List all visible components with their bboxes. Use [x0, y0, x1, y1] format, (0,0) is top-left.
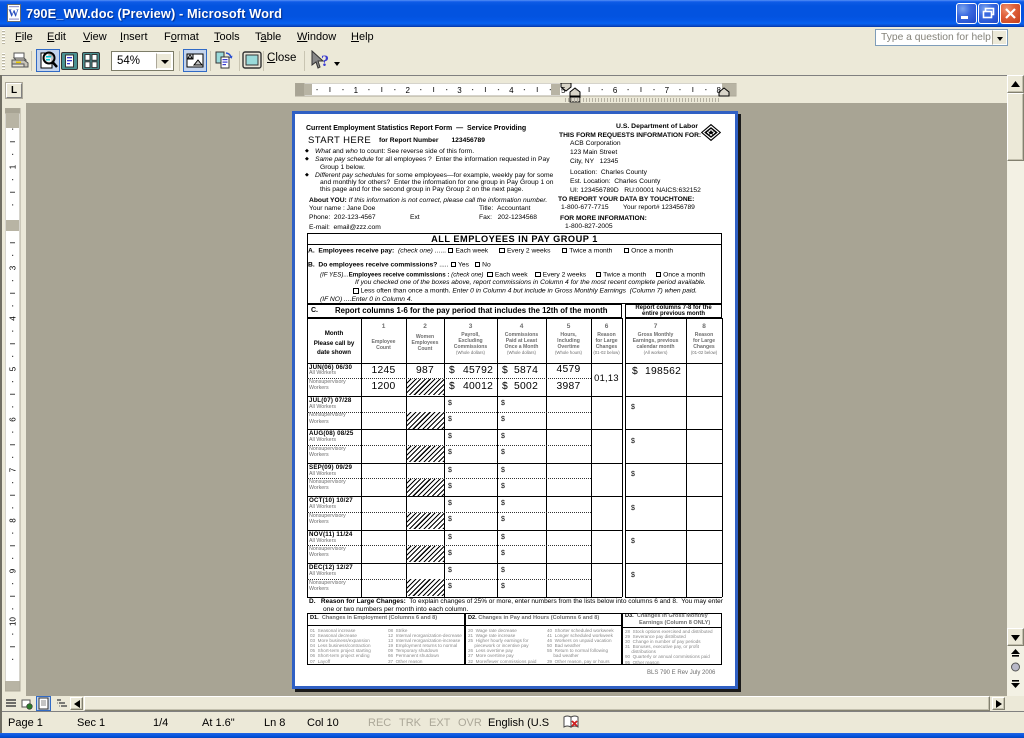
svg-text:8: 8	[9, 518, 18, 523]
svg-text:10: 10	[9, 617, 18, 626]
svg-text:W: W	[8, 9, 19, 20]
svg-text:5: 5	[561, 86, 566, 95]
svg-text:?: ?	[321, 53, 329, 70]
svg-text:9: 9	[9, 568, 18, 573]
svg-text:6: 6	[613, 86, 618, 95]
svg-text:4: 4	[9, 316, 18, 321]
svg-text:7: 7	[665, 86, 670, 95]
svg-text:3: 3	[457, 86, 462, 95]
svg-text:5: 5	[9, 366, 18, 371]
svg-text:2: 2	[405, 86, 410, 95]
svg-text:1: 1	[354, 86, 359, 95]
svg-text:8: 8	[716, 86, 721, 95]
svg-text:7: 7	[9, 467, 18, 472]
svg-text:3: 3	[9, 265, 18, 270]
svg-text:6: 6	[9, 417, 18, 422]
svg-text:4: 4	[509, 86, 514, 95]
svg-text:1: 1	[9, 164, 18, 169]
